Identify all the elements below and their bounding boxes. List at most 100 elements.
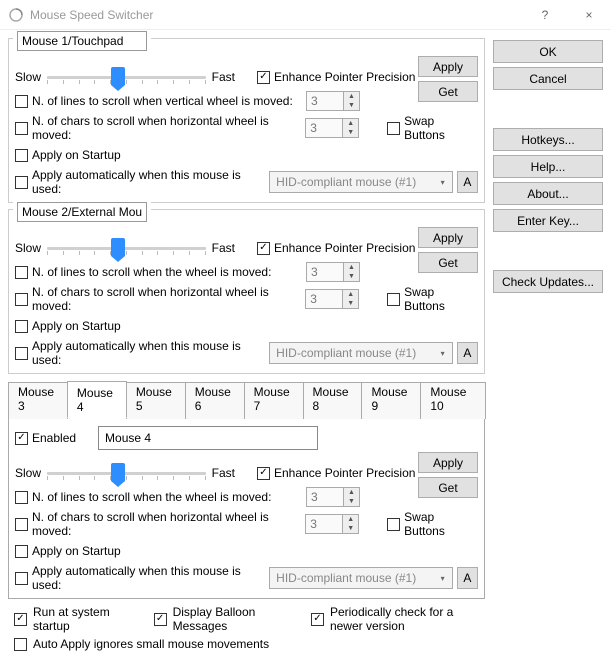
footer-options: Run at system startup Display Balloon Me… — [8, 603, 485, 657]
hchars-label: N. of chars to scroll when horizontal wh… — [32, 510, 301, 538]
mouse1-hchars-checkbox[interactable] — [15, 122, 28, 135]
swap-label: Swap Buttons — [404, 285, 478, 313]
run-startup-label: Run at system startup — [33, 605, 119, 633]
mouse2-auto-checkbox[interactable] — [15, 347, 28, 360]
mouse1-device-combo[interactable]: HID-compliant mouse (#1)▾ — [269, 171, 453, 193]
tab-mouse8[interactable]: Mouse 8 — [303, 382, 363, 419]
tab-mouse9[interactable]: Mouse 9 — [361, 382, 421, 419]
balloon-label: Display Balloon Messages — [173, 605, 277, 633]
enterkey-button[interactable]: Enter Key... — [493, 209, 603, 232]
tab-mouse6[interactable]: Mouse 6 — [185, 382, 245, 419]
mouse2-hchars-spinner[interactable]: ▲▼ — [305, 289, 359, 309]
slow-label: Slow — [15, 70, 41, 84]
startup-label: Apply on Startup — [32, 544, 121, 558]
balloon-checkbox[interactable] — [154, 613, 167, 626]
tab-mouse4[interactable]: Mouse 4 — [67, 381, 127, 418]
tab-name-input[interactable] — [98, 426, 318, 450]
mouse1-a-button[interactable]: A — [457, 171, 478, 193]
help-button[interactable]: ? — [523, 0, 567, 30]
help-sidebar-button[interactable]: Help... — [493, 155, 603, 178]
extra-mice-tabs: Mouse 3 Mouse 4 Mouse 5 Mouse 6 Mouse 7 … — [8, 380, 485, 599]
enabled-label: Enabled — [32, 431, 76, 445]
fast-label: Fast — [212, 466, 235, 480]
mouse2-a-button[interactable]: A — [457, 342, 478, 364]
tab-auto-checkbox[interactable] — [15, 572, 28, 585]
mouse1-auto-checkbox[interactable] — [15, 176, 28, 189]
tab-mouse7[interactable]: Mouse 7 — [244, 382, 304, 419]
ignore-movements-checkbox[interactable] — [14, 638, 27, 651]
mouse1-apply-button[interactable]: Apply — [418, 56, 478, 77]
window-title: Mouse Speed Switcher — [30, 8, 523, 22]
tab-apply-button[interactable]: Apply — [418, 452, 478, 473]
enhance-label: Enhance Pointer Precision — [274, 241, 415, 255]
mouse1-hchars-spinner[interactable]: ▲▼ — [305, 118, 359, 138]
auto-label: Apply automatically when this mouse is u… — [32, 564, 265, 592]
mouse2-get-button[interactable]: Get — [418, 252, 478, 273]
run-startup-checkbox[interactable] — [14, 613, 27, 626]
sidebar: OK Cancel Hotkeys... Help... About... En… — [493, 38, 603, 657]
mouse1-vlines-spinner[interactable]: ▲▼ — [306, 91, 360, 111]
mouse2-enhance-checkbox[interactable] — [257, 242, 270, 255]
titlebar: Mouse Speed Switcher ? × — [0, 0, 611, 30]
tab-startup-checkbox[interactable] — [15, 545, 28, 558]
slow-label: Slow — [15, 466, 41, 480]
app-icon — [8, 7, 24, 23]
hchars-label: N. of chars to scroll when horizontal wh… — [32, 114, 301, 142]
check-updates-button[interactable]: Check Updates... — [493, 270, 603, 293]
ignore-movements-label: Auto Apply ignores small mouse movements — [33, 637, 269, 651]
startup-label: Apply on Startup — [32, 148, 121, 162]
startup-label: Apply on Startup — [32, 319, 121, 333]
mouse2-group: Apply Get Slow Fast Enhance Pointer Prec… — [8, 209, 485, 374]
fast-label: Fast — [212, 70, 235, 84]
mouse1-vlines-checkbox[interactable] — [15, 95, 28, 108]
swap-label: Swap Buttons — [404, 510, 478, 538]
enhance-label: Enhance Pointer Precision — [274, 466, 415, 480]
close-button[interactable]: × — [567, 0, 611, 30]
tab-enhance-checkbox[interactable] — [257, 467, 270, 480]
tab-mouse10[interactable]: Mouse 10 — [420, 382, 486, 419]
mouse1-startup-checkbox[interactable] — [15, 149, 28, 162]
about-button[interactable]: About... — [493, 182, 603, 205]
tab-lines-spinner[interactable]: ▲▼ — [306, 487, 360, 507]
auto-label: Apply automatically when this mouse is u… — [32, 168, 265, 196]
tab-get-button[interactable]: Get — [418, 477, 478, 498]
tab-a-button[interactable]: A — [457, 567, 478, 589]
mouse2-lines-spinner[interactable]: ▲▼ — [306, 262, 360, 282]
tab-mouse3[interactable]: Mouse 3 — [8, 382, 68, 419]
mouse1-enhance-checkbox[interactable] — [257, 71, 270, 84]
mouse1-name-input[interactable] — [17, 31, 147, 51]
hchars-label: N. of chars to scroll when horizontal wh… — [32, 285, 301, 313]
mouse1-get-button[interactable]: Get — [418, 81, 478, 102]
tab-device-combo[interactable]: HID-compliant mouse (#1)▾ — [269, 567, 453, 589]
tab-lines-checkbox[interactable] — [15, 491, 28, 504]
lines-label: N. of lines to scroll when the wheel is … — [32, 490, 302, 504]
mouse2-name-input[interactable] — [17, 202, 147, 222]
mouse2-speed-slider[interactable] — [47, 237, 206, 259]
tab-speed-slider[interactable] — [47, 462, 206, 484]
mouse2-apply-button[interactable]: Apply — [418, 227, 478, 248]
mouse2-hchars-checkbox[interactable] — [15, 293, 28, 306]
swap-label: Swap Buttons — [404, 114, 478, 142]
tab-enabled-checkbox[interactable] — [15, 432, 28, 445]
tab-swap-checkbox[interactable] — [387, 518, 400, 531]
mouse1-group: Apply Get Slow Fast Enhance Pointer Prec… — [8, 38, 485, 203]
auto-label: Apply automatically when this mouse is u… — [32, 339, 265, 367]
vlines-label: N. of lines to scroll when vertical whee… — [32, 94, 302, 108]
ok-button[interactable]: OK — [493, 40, 603, 63]
hotkeys-button[interactable]: Hotkeys... — [493, 128, 603, 151]
mouse1-speed-slider[interactable] — [47, 66, 206, 88]
periodic-label: Periodically check for a newer version — [330, 605, 479, 633]
mouse2-device-combo[interactable]: HID-compliant mouse (#1)▾ — [269, 342, 453, 364]
tab-mouse5[interactable]: Mouse 5 — [126, 382, 186, 419]
periodic-checkbox[interactable] — [311, 613, 324, 626]
fast-label: Fast — [212, 241, 235, 255]
tab-hchars-checkbox[interactable] — [15, 518, 28, 531]
cancel-button[interactable]: Cancel — [493, 67, 603, 90]
mouse1-swap-checkbox[interactable] — [387, 122, 400, 135]
slow-label: Slow — [15, 241, 41, 255]
enhance-label: Enhance Pointer Precision — [274, 70, 415, 84]
tab-hchars-spinner[interactable]: ▲▼ — [305, 514, 359, 534]
mouse2-lines-checkbox[interactable] — [15, 266, 28, 279]
mouse2-startup-checkbox[interactable] — [15, 320, 28, 333]
mouse2-swap-checkbox[interactable] — [387, 293, 400, 306]
